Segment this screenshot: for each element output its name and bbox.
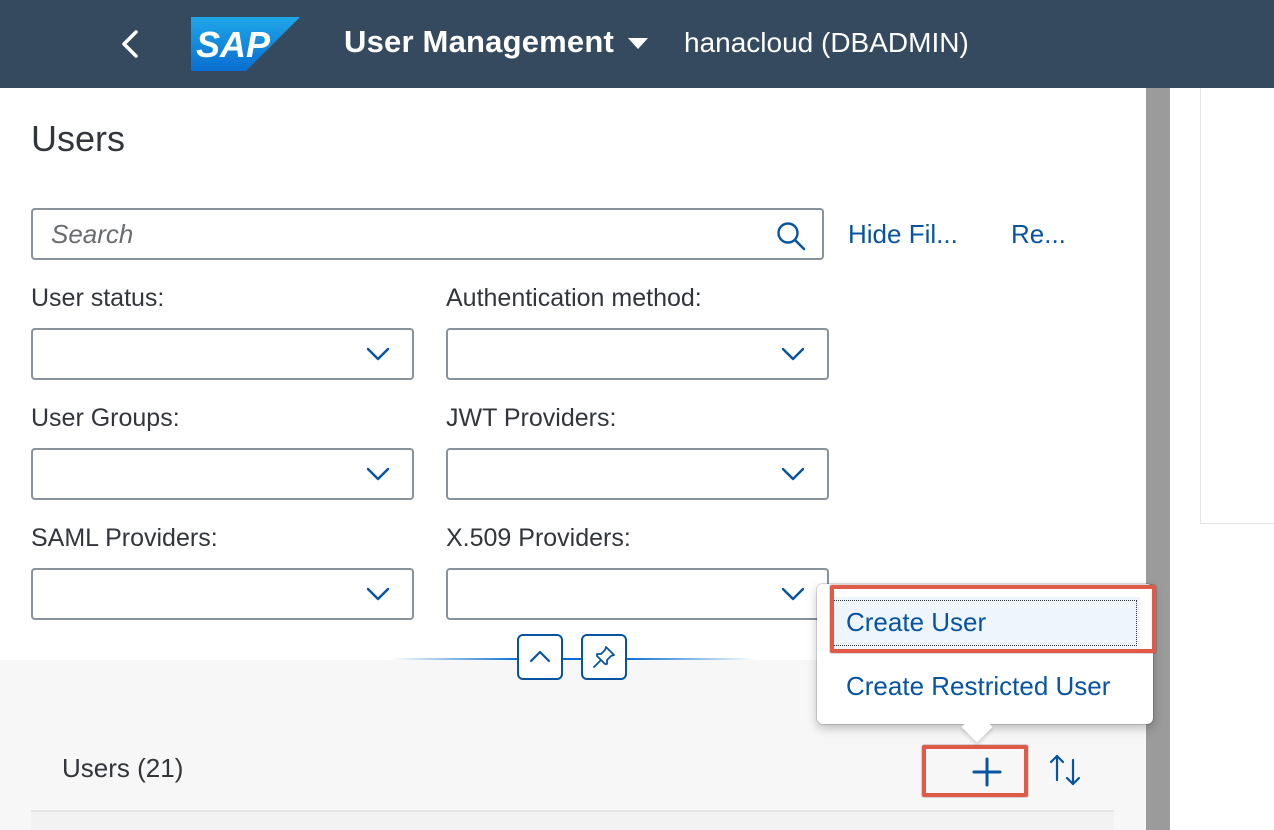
back-button[interactable] <box>112 22 152 66</box>
search-input[interactable] <box>51 218 771 250</box>
chevron-down-icon <box>366 467 390 481</box>
user-groups-select[interactable] <box>31 448 414 500</box>
chevron-down-icon <box>366 587 390 601</box>
saml-providers-label: SAML Providers: <box>31 524 218 552</box>
chevron-down-icon <box>781 467 805 481</box>
back-icon <box>122 30 138 58</box>
search-field[interactable] <box>31 208 824 260</box>
svg-text:SAP: SAP <box>196 24 271 65</box>
dropdown-caret-icon[interactable] <box>628 38 648 50</box>
table-header <box>31 812 1114 830</box>
add-icon <box>972 757 1002 787</box>
user-status-label: User status: <box>31 284 165 312</box>
user-groups-label: User Groups: <box>31 404 180 432</box>
page-title: Users <box>31 118 126 159</box>
reset-link[interactable]: Re... <box>1011 219 1066 250</box>
table-title: Users (21) <box>62 753 184 783</box>
divider-line <box>390 658 520 660</box>
side-panel-content <box>1200 88 1274 524</box>
shell-bar: SAP User Management hanacloud (DBADMIN) <box>0 0 1274 88</box>
chevron-up-icon <box>529 650 551 663</box>
add-button[interactable] <box>927 750 1025 794</box>
sort-icon <box>1049 754 1081 786</box>
collapse-header-button[interactable] <box>517 634 563 680</box>
x509-providers-select[interactable] <box>446 568 829 620</box>
jwt-providers-label: JWT Providers: <box>446 404 617 432</box>
sort-button[interactable] <box>1044 748 1088 792</box>
pin-header-button[interactable] <box>581 634 627 680</box>
user-status-select[interactable] <box>31 328 414 380</box>
x509-providers-label: X.509 Providers: <box>446 524 631 552</box>
pin-icon <box>593 646 615 668</box>
divider-line <box>562 658 582 660</box>
search-icon[interactable] <box>776 221 806 251</box>
menu-item-create-restricted-user[interactable]: Create Restricted User <box>830 661 1140 713</box>
chevron-down-icon <box>781 347 805 361</box>
authentication-method-label: Authentication method: <box>446 284 702 312</box>
divider-line <box>626 658 756 660</box>
hide-filters-link[interactable]: Hide Fil... <box>848 219 958 250</box>
jwt-providers-select[interactable] <box>446 448 829 500</box>
saml-providers-select[interactable] <box>31 568 414 620</box>
chevron-down-icon <box>781 587 805 601</box>
system-label: hanacloud (DBADMIN) <box>684 27 969 58</box>
menu-item-create-user[interactable]: Create User <box>830 597 1140 649</box>
authentication-method-select[interactable] <box>446 328 829 380</box>
chevron-down-icon <box>366 347 390 361</box>
app-title[interactable]: User Management <box>344 24 614 60</box>
sap-logo: SAP <box>191 17 300 71</box>
